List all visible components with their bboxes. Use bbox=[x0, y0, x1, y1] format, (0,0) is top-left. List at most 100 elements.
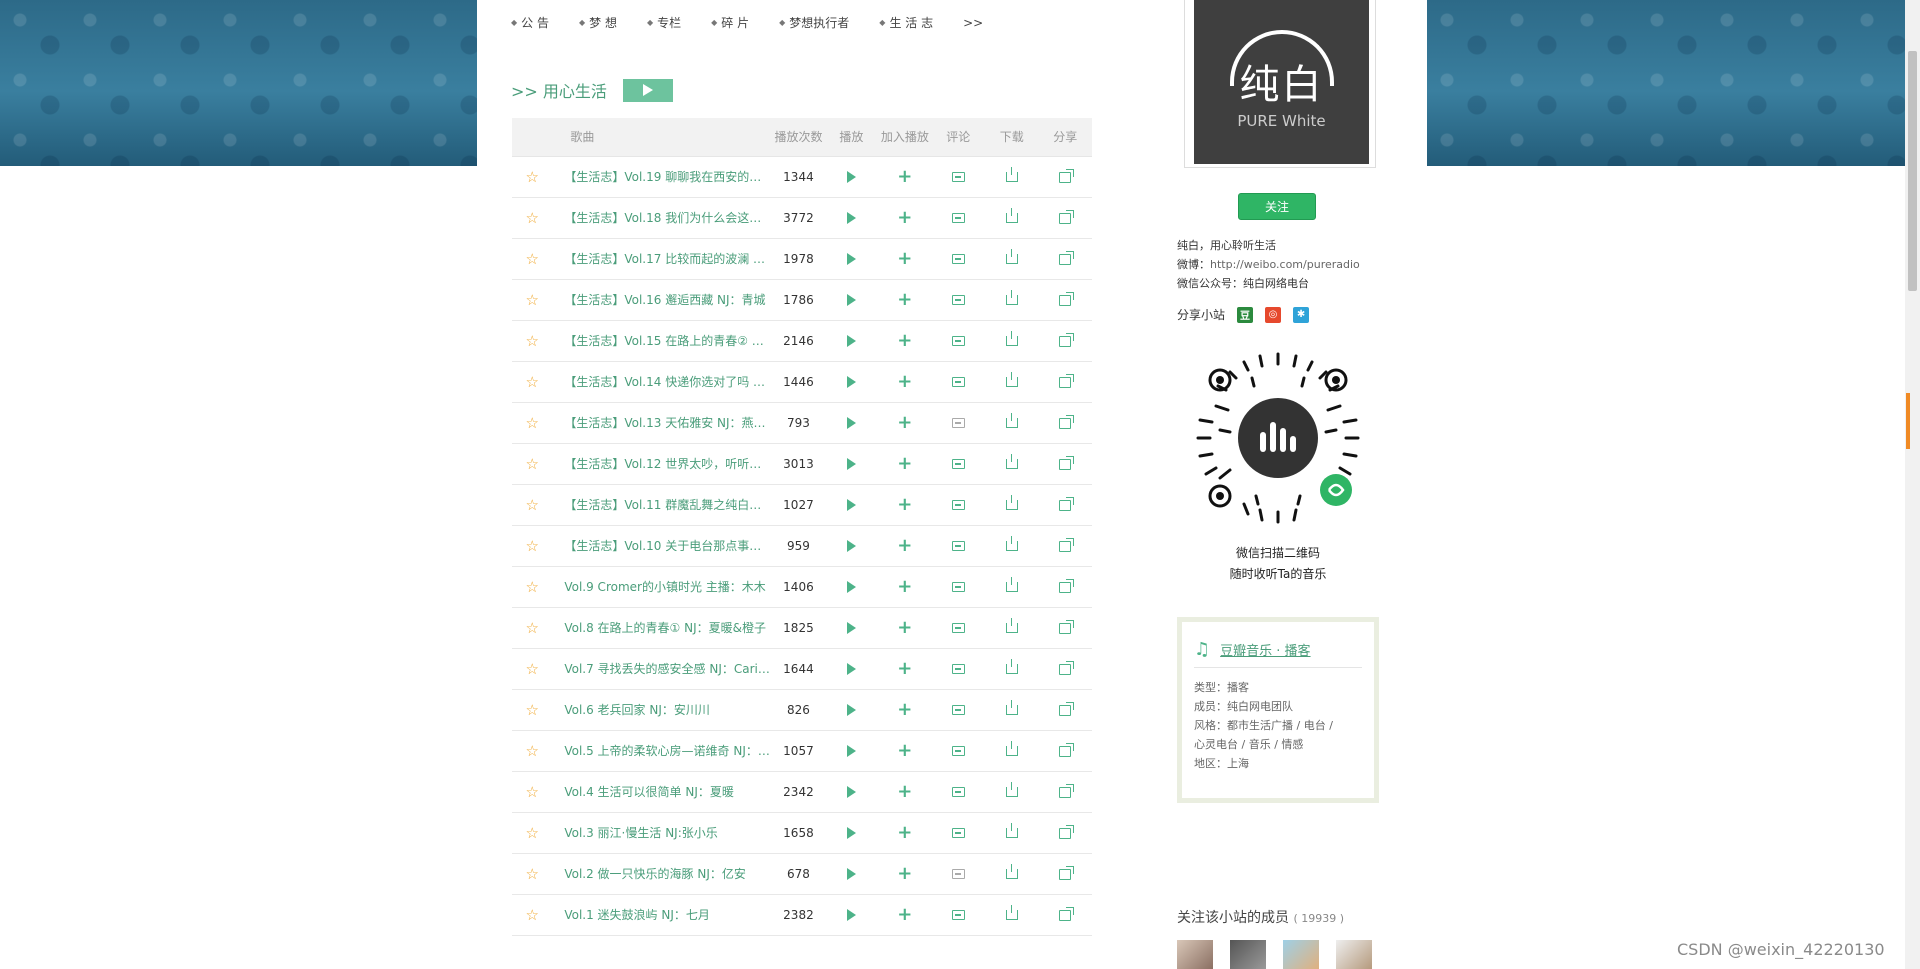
avatar[interactable] bbox=[1177, 940, 1213, 969]
song-title-link[interactable]: 【生活志】Vol.15 在路上的青春② N… bbox=[552, 320, 773, 362]
song-title-link[interactable]: 【生活志】Vol.11 群魔乱舞之纯白昆… bbox=[552, 484, 773, 526]
download-button[interactable] bbox=[985, 607, 1039, 649]
add-to-playlist-button[interactable]: + bbox=[878, 443, 932, 485]
comment-button[interactable] bbox=[931, 320, 986, 362]
weibo-share-icon[interactable]: ◎ bbox=[1265, 306, 1282, 323]
share-button[interactable] bbox=[1038, 484, 1092, 526]
download-button[interactable] bbox=[985, 566, 1039, 608]
nav-item-2[interactable]: ◆ 专栏 bbox=[647, 14, 681, 31]
comment-button[interactable] bbox=[931, 238, 986, 280]
comment-button[interactable] bbox=[931, 361, 986, 403]
weibo-link[interactable]: http://weibo.com/pureradio bbox=[1210, 258, 1360, 271]
play-button[interactable] bbox=[824, 566, 879, 608]
add-to-playlist-button[interactable]: + bbox=[878, 279, 932, 321]
play-button[interactable] bbox=[824, 443, 879, 485]
song-title-link[interactable]: 【生活志】Vol.10 关于电台那点事儿 … bbox=[552, 525, 773, 567]
download-button[interactable] bbox=[985, 894, 1039, 936]
play-button[interactable] bbox=[824, 484, 879, 526]
add-to-playlist-button[interactable]: + bbox=[878, 648, 932, 690]
favorite-star-icon[interactable]: ☆ bbox=[512, 402, 553, 444]
play-button[interactable] bbox=[824, 689, 879, 731]
song-title-link[interactable]: 【生活志】Vol.19 聊聊我在西安的那… bbox=[552, 156, 773, 198]
comment-button[interactable] bbox=[931, 812, 986, 854]
play-button[interactable] bbox=[824, 525, 879, 567]
add-to-playlist-button[interactable]: + bbox=[878, 484, 932, 526]
share-button[interactable] bbox=[1038, 402, 1092, 444]
play-button[interactable] bbox=[824, 771, 879, 813]
comment-button[interactable] bbox=[931, 443, 986, 485]
share-button[interactable] bbox=[1038, 238, 1092, 280]
avatar[interactable] bbox=[1283, 940, 1319, 969]
qzone-share-icon[interactable]: ✱ bbox=[1293, 306, 1310, 323]
play-button[interactable] bbox=[824, 648, 879, 690]
song-title-link[interactable]: Vol.2 做一只快乐的海豚 NJ：亿安 bbox=[552, 853, 773, 895]
favorite-star-icon[interactable]: ☆ bbox=[512, 730, 553, 772]
download-button[interactable] bbox=[985, 525, 1039, 567]
douban-link[interactable]: 豆瓣音乐 · 播客 bbox=[1220, 640, 1310, 659]
share-button[interactable] bbox=[1038, 607, 1092, 649]
favorite-star-icon[interactable]: ☆ bbox=[512, 525, 553, 567]
comment-button[interactable] bbox=[931, 689, 986, 731]
download-button[interactable] bbox=[985, 853, 1039, 895]
song-title-link[interactable]: Vol.3 丽江·慢生活 NJ:张小乐 bbox=[552, 812, 773, 854]
download-button[interactable] bbox=[985, 730, 1039, 772]
add-to-playlist-button[interactable]: + bbox=[878, 525, 932, 567]
comment-button[interactable] bbox=[931, 607, 986, 649]
nav-item-5[interactable]: ◆ 生 活 志 bbox=[879, 14, 933, 31]
add-to-playlist-button[interactable]: + bbox=[878, 689, 932, 731]
favorite-star-icon[interactable]: ☆ bbox=[512, 853, 553, 895]
play-all-button[interactable] bbox=[622, 78, 673, 102]
comment-button[interactable] bbox=[931, 853, 986, 895]
add-to-playlist-button[interactable]: + bbox=[878, 771, 932, 813]
download-button[interactable] bbox=[985, 443, 1039, 485]
favorite-star-icon[interactable]: ☆ bbox=[512, 484, 553, 526]
download-button[interactable] bbox=[985, 156, 1039, 198]
comment-button[interactable] bbox=[931, 402, 986, 444]
favorite-star-icon[interactable]: ☆ bbox=[512, 279, 553, 321]
song-title-link[interactable]: Vol.4 生活可以很简单 NJ：夏暖 bbox=[552, 771, 773, 813]
favorite-star-icon[interactable]: ☆ bbox=[512, 607, 553, 649]
song-title-link[interactable]: Vol.9 Cromer的小镇时光 主播：木木 bbox=[552, 566, 773, 608]
comment-button[interactable] bbox=[931, 197, 986, 239]
favorite-star-icon[interactable]: ☆ bbox=[512, 894, 553, 936]
share-button[interactable] bbox=[1038, 648, 1092, 690]
share-button[interactable] bbox=[1038, 156, 1092, 198]
download-button[interactable] bbox=[985, 689, 1039, 731]
comment-button[interactable] bbox=[931, 156, 986, 198]
play-button[interactable] bbox=[824, 197, 879, 239]
add-to-playlist-button[interactable]: + bbox=[878, 156, 932, 198]
download-button[interactable] bbox=[985, 648, 1039, 690]
share-button[interactable] bbox=[1038, 730, 1092, 772]
download-button[interactable] bbox=[985, 279, 1039, 321]
comment-button[interactable] bbox=[931, 525, 986, 567]
comment-button[interactable] bbox=[931, 730, 986, 772]
play-button[interactable] bbox=[824, 894, 879, 936]
song-title-link[interactable]: 【生活志】Vol.17 比较而起的波澜 N… bbox=[552, 238, 773, 280]
share-button[interactable] bbox=[1038, 894, 1092, 936]
add-to-playlist-button[interactable]: + bbox=[878, 402, 932, 444]
song-title-link[interactable]: 【生活志】Vol.18 我们为什么会这样 … bbox=[552, 197, 773, 239]
play-button[interactable] bbox=[824, 238, 879, 280]
play-button[interactable] bbox=[824, 320, 879, 362]
song-title-link[interactable]: 【生活志】Vol.16 邂逅西藏 NJ：青城 bbox=[552, 279, 773, 321]
favorite-star-icon[interactable]: ☆ bbox=[512, 648, 553, 690]
nav-item-1[interactable]: ◆ 梦 想 bbox=[579, 14, 617, 31]
song-title-link[interactable]: 【生活志】Vol.12 世界太吵，听听自… bbox=[552, 443, 773, 485]
download-button[interactable] bbox=[985, 320, 1039, 362]
comment-button[interactable] bbox=[931, 484, 986, 526]
play-button[interactable] bbox=[824, 402, 879, 444]
play-button[interactable] bbox=[824, 607, 879, 649]
nav-item-3[interactable]: ◆ 碎 片 bbox=[711, 14, 749, 31]
download-button[interactable] bbox=[985, 197, 1039, 239]
scrollbar-thumb[interactable] bbox=[1908, 51, 1917, 291]
favorite-star-icon[interactable]: ☆ bbox=[512, 320, 553, 362]
download-button[interactable] bbox=[985, 238, 1039, 280]
comment-button[interactable] bbox=[931, 648, 986, 690]
favorite-star-icon[interactable]: ☆ bbox=[512, 238, 553, 280]
play-button[interactable] bbox=[824, 279, 879, 321]
download-button[interactable] bbox=[985, 361, 1039, 403]
add-to-playlist-button[interactable]: + bbox=[878, 730, 932, 772]
add-to-playlist-button[interactable]: + bbox=[878, 607, 932, 649]
song-title-link[interactable]: 【生活志】Vol.14 快递你选对了吗 N… bbox=[552, 361, 773, 403]
follow-button[interactable]: 关注 bbox=[1238, 193, 1316, 220]
